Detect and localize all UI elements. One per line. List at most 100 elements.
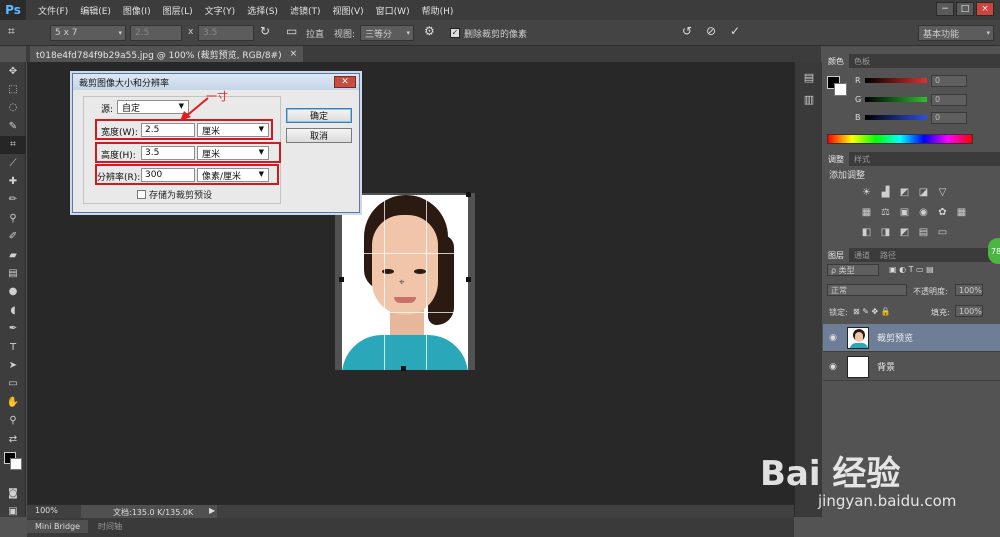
crop-handle-left[interactable] bbox=[339, 277, 344, 282]
swap-colors-icon[interactable]: ⇄ bbox=[0, 430, 26, 448]
crop-height-input[interactable]: 3.5 bbox=[198, 25, 254, 41]
red-value[interactable]: 0 bbox=[931, 75, 967, 87]
delete-cropped-checkbox[interactable]: ✓ bbox=[450, 28, 460, 38]
brightness-icon[interactable]: ☀ bbox=[859, 186, 874, 199]
black-white-icon[interactable]: ▣ bbox=[897, 206, 912, 219]
quick-select-tool-icon[interactable]: ✎ bbox=[0, 117, 26, 135]
crop-tool-icon[interactable]: ⌗ bbox=[0, 135, 26, 154]
marquee-tool-icon[interactable]: ⬚ bbox=[0, 80, 26, 98]
blend-mode-select[interactable]: 正常 bbox=[827, 284, 907, 296]
pen-tool-icon[interactable]: ✒ bbox=[0, 319, 26, 337]
gradient-map-icon[interactable]: ▭ bbox=[935, 226, 950, 239]
blue-slider[interactable] bbox=[865, 115, 927, 120]
green-slider[interactable] bbox=[865, 97, 927, 102]
maximize-button[interactable]: □ bbox=[956, 2, 974, 16]
menu-filter[interactable]: 滤镜(T) bbox=[290, 4, 321, 17]
view-overlay-select[interactable]: 三等分 ▾ bbox=[360, 25, 414, 41]
zoom-level[interactable]: 100% bbox=[35, 506, 58, 515]
shape-tool-icon[interactable]: ▭ bbox=[0, 375, 26, 393]
posterize-icon[interactable]: ◨ bbox=[878, 226, 893, 239]
background-color-swatch[interactable] bbox=[834, 83, 847, 96]
zoom-tool-icon[interactable]: ⚲ bbox=[0, 411, 26, 429]
close-icon[interactable]: × bbox=[290, 49, 298, 59]
eye-icon[interactable]: ◉ bbox=[823, 333, 843, 343]
menu-layer[interactable]: 图层(L) bbox=[163, 4, 193, 17]
properties-panel-icon[interactable]: ▥ bbox=[795, 88, 823, 110]
save-preset-checkbox[interactable]: 存储为裁剪预设 bbox=[137, 188, 212, 201]
type-tool-icon[interactable]: T bbox=[0, 338, 26, 356]
screen-mode-icon[interactable]: ▣ bbox=[0, 503, 26, 521]
crop-tool-icon[interactable]: ⌗ bbox=[8, 24, 15, 39]
menu-edit[interactable]: 编辑(E) bbox=[80, 4, 111, 17]
background-swatch[interactable] bbox=[10, 458, 22, 471]
crop-handle-top-right[interactable] bbox=[466, 192, 471, 197]
menu-help[interactable]: 帮助(H) bbox=[422, 4, 454, 17]
crop-width-input[interactable]: 2.5 bbox=[130, 25, 182, 41]
swap-icon[interactable]: ↻ bbox=[260, 24, 270, 38]
layer-kind-filter[interactable]: ρ 类型 bbox=[827, 264, 879, 276]
eye-icon[interactable]: ◉ bbox=[823, 362, 843, 372]
selective-color-icon[interactable]: ▤ bbox=[916, 226, 931, 239]
tab-paths[interactable]: 路径 bbox=[875, 248, 901, 262]
commit-icon[interactable]: ✓ bbox=[730, 24, 740, 38]
ok-button[interactable]: 确定 bbox=[286, 108, 352, 123]
triangle-right-icon[interactable]: ▶ bbox=[209, 506, 215, 515]
menu-window[interactable]: 窗口(W) bbox=[376, 4, 410, 17]
channel-mixer-icon[interactable]: ✿ bbox=[935, 206, 950, 219]
tab-color[interactable]: 颜色 bbox=[823, 54, 849, 68]
hue-saturation-icon[interactable]: ▦ bbox=[859, 206, 874, 219]
tab-mini-bridge[interactable]: Mini Bridge bbox=[27, 520, 89, 533]
lasso-tool-icon[interactable]: ◌ bbox=[0, 99, 26, 117]
history-brush-tool-icon[interactable]: ✐ bbox=[0, 228, 26, 246]
history-panel-icon[interactable]: ▤ bbox=[795, 66, 823, 88]
layer-filter-icons[interactable]: ▣ ◐ T ▭ ▤ bbox=[889, 265, 934, 274]
stamp-tool-icon[interactable]: ⚲ bbox=[0, 209, 26, 227]
layer-row[interactable]: ◉ 裁剪预览 bbox=[823, 324, 1000, 352]
path-select-tool-icon[interactable]: ➤ bbox=[0, 356, 26, 374]
color-spectrum[interactable] bbox=[827, 134, 973, 144]
exposure-icon[interactable]: ◪ bbox=[916, 186, 931, 199]
layer-row[interactable]: ◉ 背景 bbox=[823, 353, 1000, 381]
close-window-button[interactable]: × bbox=[976, 2, 994, 16]
blur-tool-icon[interactable]: ● bbox=[0, 283, 26, 301]
document-info[interactable]: 文档:135.0 K/135.0K bbox=[81, 505, 217, 519]
crop-handle-bottom[interactable] bbox=[401, 366, 406, 371]
hand-tool-icon[interactable]: ✋ bbox=[0, 393, 26, 411]
vibrance-icon[interactable]: ▽ bbox=[935, 186, 950, 199]
menu-file[interactable]: 文件(F) bbox=[38, 4, 68, 17]
red-slider[interactable] bbox=[865, 78, 927, 83]
quick-mask-icon[interactable]: ◙ bbox=[0, 484, 26, 502]
eraser-tool-icon[interactable]: ▰ bbox=[0, 246, 26, 264]
threshold-icon[interactable]: ◩ bbox=[897, 226, 912, 239]
dodge-tool-icon[interactable]: ◖ bbox=[0, 301, 26, 319]
cancel-button[interactable]: 取消 bbox=[286, 128, 352, 143]
eyedropper-tool-icon[interactable]: ⟋ bbox=[0, 154, 26, 172]
reset-icon[interactable]: ↺ bbox=[682, 24, 692, 38]
gear-icon[interactable]: ⚙ bbox=[424, 24, 435, 38]
straighten-label[interactable]: 拉直 bbox=[306, 27, 324, 40]
lock-icons[interactable]: ⊠ ✎ ✥ 🔒 bbox=[853, 307, 891, 316]
menu-type[interactable]: 文字(Y) bbox=[205, 4, 236, 17]
levels-icon[interactable]: ▟ bbox=[878, 186, 893, 199]
workspace-select[interactable]: 基本功能 ▾ bbox=[918, 25, 994, 41]
tab-styles[interactable]: 样式 bbox=[849, 152, 875, 166]
healing-tool-icon[interactable]: ✚ bbox=[0, 172, 26, 190]
invert-icon[interactable]: ◧ bbox=[859, 226, 874, 239]
opacity-input[interactable]: 100% bbox=[955, 284, 983, 296]
brush-tool-icon[interactable]: ✏ bbox=[0, 191, 26, 209]
menu-select[interactable]: 选择(S) bbox=[247, 4, 278, 17]
tab-swatches[interactable]: 色板 bbox=[849, 54, 875, 68]
move-tool-icon[interactable]: ✥ bbox=[0, 62, 26, 80]
fill-input[interactable]: 100% bbox=[955, 305, 983, 317]
curves-icon[interactable]: ◩ bbox=[897, 186, 912, 199]
color-balance-icon[interactable]: ⚖ bbox=[878, 206, 893, 219]
speed-badge[interactable]: 78 bbox=[988, 238, 1000, 264]
minimize-button[interactable]: − bbox=[936, 2, 954, 16]
menu-view[interactable]: 视图(V) bbox=[332, 4, 363, 17]
crop-handle-right[interactable] bbox=[466, 277, 471, 282]
color-swatches[interactable] bbox=[0, 448, 25, 484]
gradient-tool-icon[interactable]: ▤ bbox=[0, 264, 26, 282]
tab-timeline[interactable]: 时间轴 bbox=[90, 520, 131, 533]
tab-layers[interactable]: 图层 bbox=[823, 248, 849, 262]
menu-image[interactable]: 图像(I) bbox=[123, 4, 151, 17]
